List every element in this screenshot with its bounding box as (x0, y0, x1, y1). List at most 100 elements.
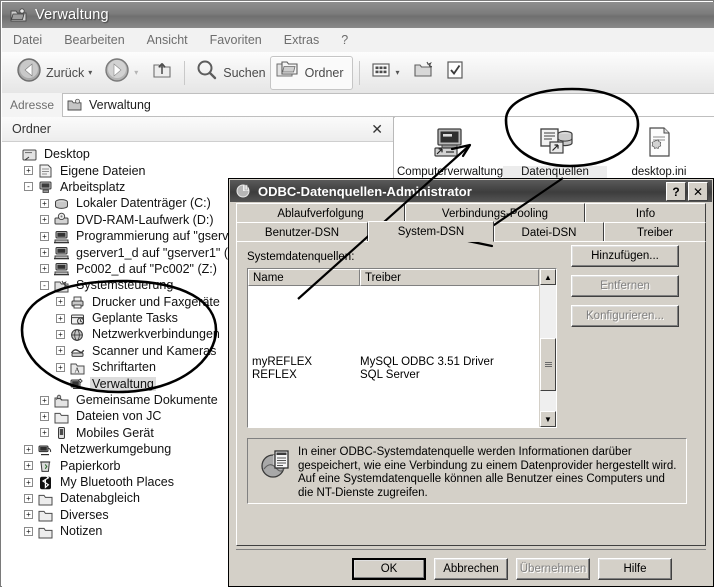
cancel-button-label: Abbrechen (443, 563, 499, 575)
tab-datei-dsn[interactable]: Datei-DSN (494, 222, 604, 242)
tab-label: Info (635, 207, 656, 220)
expand-icon[interactable]: + (40, 248, 49, 258)
column-header-treiber[interactable]: Treiber (360, 269, 539, 286)
expand-icon[interactable]: + (24, 477, 33, 487)
tree-item-label: Systemsteuerung (76, 278, 174, 293)
tab-verbindungs-pooling[interactable]: Verbindungs-Pooling (405, 203, 585, 223)
views-button[interactable]: ▾ (366, 57, 408, 89)
checklist-button[interactable] (440, 57, 470, 89)
expand-icon[interactable]: + (56, 346, 65, 356)
up-folder-icon (150, 58, 174, 87)
menu-item-datei[interactable]: Datei (2, 31, 53, 49)
checklist-icon (444, 59, 466, 86)
scroll-up-icon[interactable]: ▲ (540, 269, 556, 285)
scrollbar-track[interactable] (540, 285, 556, 411)
expand-icon[interactable]: + (24, 526, 33, 536)
expand-icon[interactable]: + (56, 329, 65, 339)
mobile-device-icon (53, 425, 70, 440)
remove-button[interactable]: Entfernen (571, 275, 679, 297)
column-header-name[interactable]: Name (248, 269, 360, 286)
fonts-folder-icon: A (69, 360, 86, 375)
add-button[interactable]: Hinzufügen... (571, 245, 679, 267)
expand-icon[interactable]: + (24, 166, 33, 176)
table-row[interactable]: myREFLEX MySQL ODBC 3.51 Driver (248, 356, 539, 369)
help-action-button[interactable]: Hilfe (598, 558, 672, 580)
forward-button[interactable]: ▾ (100, 57, 146, 89)
menu-item-extras[interactable]: Extras (273, 31, 330, 49)
folder-options-button[interactable] (408, 57, 440, 89)
scrollbar-thumb[interactable] (540, 337, 556, 391)
help-button[interactable]: ? (666, 182, 686, 201)
listview-scrollbar[interactable]: ▲ ▼ (539, 269, 556, 427)
tree-item-eigene-dateien[interactable]: + Eigene Dateien (2, 162, 393, 178)
expand-icon[interactable]: + (24, 444, 33, 454)
folders-pane-header: Ordner ✕ (2, 117, 393, 142)
listview-header: Name Treiber (248, 269, 539, 286)
menu-item-ansicht[interactable]: Ansicht (136, 31, 199, 49)
close-icon[interactable]: ✕ (371, 122, 383, 136)
harddisk-icon (53, 196, 70, 211)
tab-system-dsn[interactable]: System-DSN (368, 221, 494, 242)
cell-name: REFLEX (252, 369, 297, 381)
expand-icon[interactable]: + (24, 461, 33, 471)
expand-icon[interactable]: + (56, 313, 65, 323)
search-button-label: Suchen (223, 65, 266, 80)
expand-icon[interactable]: + (40, 231, 49, 241)
tree-item-label: My Bluetooth Places (60, 475, 174, 489)
menu-item-help[interactable]: ? (330, 31, 359, 49)
scroll-down-icon[interactable]: ▼ (540, 411, 556, 427)
ok-button[interactable]: OK (352, 558, 426, 580)
table-row[interactable]: REFLEX SQL Server (248, 369, 539, 382)
info-box-text: In einer ODBC-Systemdatenquelle werden I… (298, 446, 677, 499)
tree-item-label: Drucker und Faxgeräte (92, 294, 220, 309)
expand-icon[interactable]: + (56, 362, 65, 372)
views-grid-icon (370, 60, 392, 85)
tab-treiber[interactable]: Treiber (604, 222, 706, 242)
expand-icon[interactable]: + (40, 198, 49, 208)
expand-icon[interactable]: + (40, 428, 49, 438)
tab-benutzer-dsn[interactable]: Benutzer-DSN (236, 222, 368, 242)
back-button[interactable]: Zurück ▾ (12, 57, 100, 89)
search-button[interactable]: Suchen (191, 57, 269, 89)
cancel-button[interactable]: Abbrechen (434, 558, 508, 580)
up-button[interactable] (146, 57, 178, 89)
expand-icon[interactable]: + (56, 297, 65, 307)
collapse-icon[interactable]: - (24, 182, 33, 192)
expand-icon[interactable]: + (24, 493, 33, 503)
expand-icon[interactable]: + (40, 411, 49, 421)
configure-button[interactable]: Konfigurieren... (571, 305, 679, 327)
apply-button[interactable]: Übernehmen (516, 558, 590, 580)
close-icon[interactable]: ✕ (688, 182, 708, 201)
folders-icon (275, 58, 301, 87)
collapse-icon[interactable]: - (40, 280, 49, 290)
tab-ablaufverfolgung[interactable]: Ablaufverfolgung (236, 203, 405, 223)
tree-item-label: Desktop (44, 147, 90, 162)
chevron-down-icon-forward[interactable]: ▾ (134, 68, 138, 77)
add-button-label: Hinzufügen... (591, 250, 659, 262)
address-value: Verwaltung (89, 98, 151, 112)
odbc-data-sources-icon (503, 121, 607, 163)
list-item[interactable]: desktop.ini (607, 121, 711, 179)
scheduled-tasks-icon (69, 311, 86, 326)
chevron-down-icon[interactable]: ▾ (88, 68, 92, 77)
ok-button-label: OK (380, 563, 398, 575)
expand-icon[interactable]: + (40, 395, 49, 405)
tree-item-label: gserver1_d auf "gserver1" (S:) (76, 245, 244, 260)
expand-icon[interactable]: + (40, 264, 49, 274)
menu-item-bearbeiten[interactable]: Bearbeiten (53, 31, 135, 49)
folders-button[interactable]: Ordner (269, 55, 353, 90)
data-sources-listview[interactable]: Name Treiber myREFLEX MySQL ODBC 3.51 Dri… (247, 268, 557, 428)
odbc-dialog-title: ODBC-Datenquellen-Administrator (258, 183, 472, 199)
bluetooth-icon (37, 474, 54, 490)
tree-item-desktop[interactable]: Desktop (2, 146, 393, 162)
tab-info[interactable]: Info (585, 203, 706, 223)
list-item[interactable]: Computerverwaltung (397, 121, 503, 179)
expand-icon[interactable]: + (40, 215, 49, 225)
address-input[interactable]: Verwaltung (62, 93, 714, 117)
menu-item-favoriten[interactable]: Favoriten (199, 31, 273, 49)
control-panel-icon (53, 278, 70, 293)
tree-item-label: Pc002_d auf "Pc002" (Z:) (76, 261, 217, 276)
dialog-bottom-bar: OK Abbrechen Übernehmen Hilfe (230, 549, 712, 585)
chevron-down-icon-views[interactable]: ▾ (396, 68, 400, 77)
expand-icon[interactable]: + (24, 510, 33, 520)
